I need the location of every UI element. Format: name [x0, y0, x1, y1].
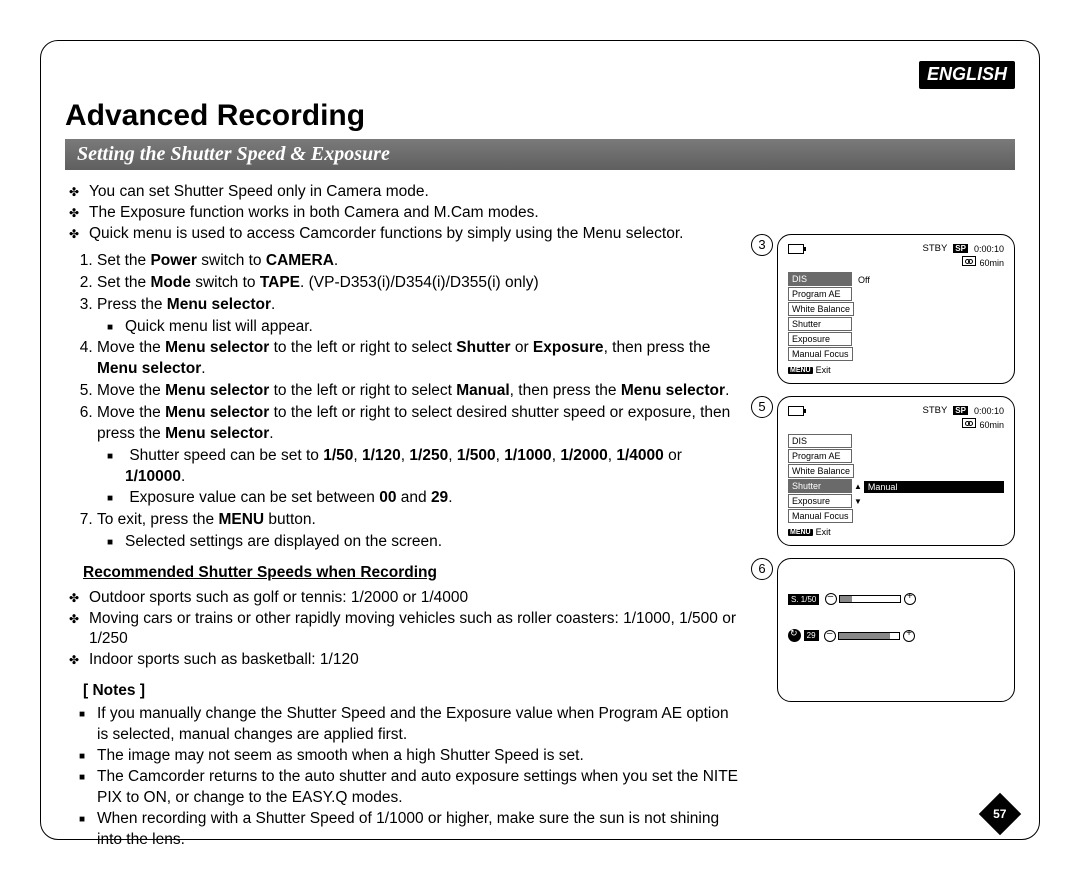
arrow-down-icon: ▼	[854, 497, 862, 506]
timecode: 0:00:10	[974, 244, 1004, 254]
menu-item: Exposure	[788, 332, 852, 346]
stby-label: STBY	[922, 405, 947, 416]
step-6: Move the Menu selector to the left or ri…	[97, 403, 743, 509]
step-6-sub1: Shutter speed can be set to 1/50, 1/120,…	[125, 446, 743, 488]
menu-item-shutter: Shutter	[788, 479, 852, 493]
step-3: Press the Menu selector. Quick menu list…	[97, 295, 743, 338]
manual-page: ENGLISH Advanced Recording Setting the S…	[40, 40, 1040, 840]
sp-label: SP	[953, 244, 968, 253]
intro-item: You can set Shutter Speed only in Camera…	[89, 182, 743, 203]
step-3-sub: Quick menu list will appear.	[125, 317, 743, 338]
plus-icon	[904, 593, 916, 605]
step-7: To exit, press the MENU button. Selected…	[97, 510, 743, 553]
shutter-value-box: S. 1/50	[788, 594, 819, 605]
recommended-heading: Recommended Shutter Speeds when Recordin…	[83, 563, 743, 584]
arrow-up-icon: ▲	[854, 482, 862, 491]
step-circle-3: 3	[751, 234, 773, 256]
body-text: You can set Shutter Speed only in Camera…	[65, 178, 743, 852]
notes-list: If you manually change the Shutter Speed…	[65, 704, 743, 850]
menu-item: White Balance	[788, 302, 854, 316]
recommended-item: Moving cars or trains or other rapidly m…	[89, 609, 743, 651]
exit-label: Exit	[816, 365, 831, 375]
exposure-icon	[788, 629, 801, 642]
note-item: The Camcorder returns to the auto shutte…	[97, 767, 743, 809]
menu-button-icon: MENU	[788, 367, 813, 374]
menu-item: White Balance	[788, 464, 854, 478]
battery-icon	[788, 406, 804, 416]
step-7-sub: Selected settings are displayed on the s…	[125, 532, 743, 553]
menu-item: DIS	[788, 434, 852, 448]
recommended-list: Outdoor sports such as golf or tennis: 1…	[65, 588, 743, 672]
remain-label: 60min	[979, 420, 1004, 430]
note-item: If you manually change the Shutter Speed…	[97, 704, 743, 746]
menu-item: Program AE	[788, 449, 852, 463]
step-circle-6: 6	[751, 558, 773, 580]
menu-val-off: Off	[854, 275, 1004, 285]
step-5: Move the Menu selector to the left or ri…	[97, 381, 743, 402]
notes-heading: [ Notes ]	[83, 681, 743, 702]
intro-list: You can set Shutter Speed only in Camera…	[65, 182, 743, 245]
recommended-item: Outdoor sports such as golf or tennis: 1…	[89, 588, 743, 609]
stby-label: STBY	[922, 243, 947, 254]
menu-item: Exposure	[788, 494, 852, 508]
step-circle-5: 5	[751, 396, 773, 418]
menu-item: Manual Focus	[788, 509, 853, 523]
exposure-value-box: 29	[804, 630, 819, 641]
note-item: When recording with a Shutter Speed of 1…	[97, 809, 743, 851]
page-title: Advanced Recording	[65, 99, 1015, 133]
language-badge: ENGLISH	[919, 61, 1015, 89]
tape-icon	[962, 256, 976, 266]
intro-item: The Exposure function works in both Came…	[89, 203, 743, 224]
battery-icon	[788, 244, 804, 254]
timecode: 0:00:10	[974, 406, 1004, 416]
lcd-panel-6: S. 1/50 29	[777, 558, 1015, 702]
lcd-panel-3: STBY SP 0:00:10 60min DISOff Program AE …	[777, 234, 1015, 384]
recommended-item: Indoor sports such as basketball: 1/120	[89, 650, 743, 671]
lcd-illustrations: 3 STBY SP 0:00:10 60min DISOff Program	[751, 178, 1015, 852]
steps-list: Set the Power switch to CAMERA. Set the …	[65, 251, 743, 553]
sp-label: SP	[953, 406, 968, 415]
step-4: Move the Menu selector to the left or ri…	[97, 338, 743, 380]
note-item: The image may not seem as smooth when a …	[97, 746, 743, 767]
exit-label: Exit	[816, 527, 831, 537]
menu-val-manual: Manual	[864, 481, 1004, 493]
menu-button-icon: MENU	[788, 529, 813, 536]
section-heading: Setting the Shutter Speed & Exposure	[65, 139, 1015, 170]
menu-item: Program AE	[788, 287, 852, 301]
step-1: Set the Power switch to CAMERA.	[97, 251, 743, 272]
menu-item-dis: DIS	[788, 272, 852, 286]
step-2: Set the Mode switch to TAPE. (VP-D353(i)…	[97, 273, 743, 294]
step-6-sub2: Exposure value can be set between 00 and…	[125, 488, 743, 509]
menu-item: Manual Focus	[788, 347, 853, 361]
remain-label: 60min	[979, 258, 1004, 268]
minus-icon	[824, 630, 836, 642]
page-number-badge: 57	[985, 799, 1015, 829]
intro-item: Quick menu is used to access Camcorder f…	[89, 224, 743, 245]
tape-icon	[962, 418, 976, 428]
plus-icon	[903, 630, 915, 642]
shutter-bar	[839, 595, 901, 603]
minus-icon	[825, 593, 837, 605]
menu-item: Shutter	[788, 317, 852, 331]
exposure-bar	[838, 632, 900, 640]
lcd-panel-5: STBY SP 0:00:10 60min DIS Program AE Whi…	[777, 396, 1015, 546]
